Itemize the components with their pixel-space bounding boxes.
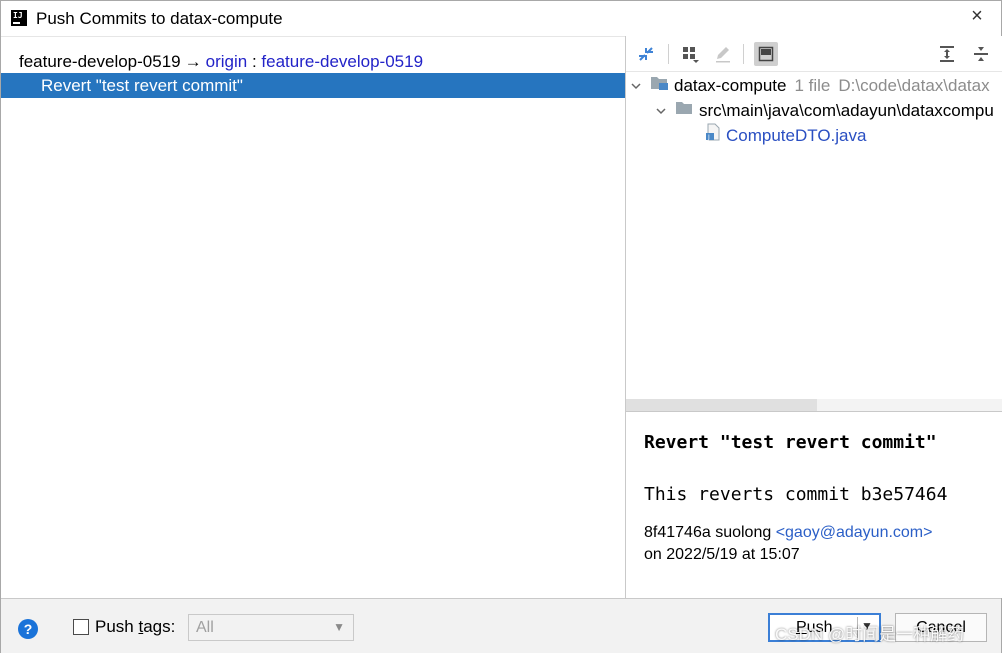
commit-details: Revert "test revert commit" This reverts… <box>644 430 1000 566</box>
push-arrow: → <box>184 52 202 71</box>
tree-node-file[interactable]: J ComputeDTO.java <box>704 123 866 148</box>
changes-panel: datax-compute 1 file D:\code\datax\datax… <box>626 36 1002 598</box>
commit-row[interactable]: Revert "test revert commit" <box>1 73 625 98</box>
commit-date: on 2022/5/19 at 15:07 <box>644 546 800 563</box>
changes-toolbar <box>626 36 1002 72</box>
help-button[interactable]: ? <box>18 619 38 639</box>
folder-path: src\main\java\com\adayun\dataxcompu <box>699 101 994 120</box>
commit-subject: Revert "test revert commit" <box>644 432 937 453</box>
title-bar: IJ Push Commits to datax-compute × <box>1 1 1001 36</box>
tree-node-folder[interactable]: src\main\java\com\adayun\dataxcompu <box>653 98 994 123</box>
author-email[interactable]: <gaoy@adayun.com> <box>776 524 933 541</box>
scrollbar-thumb[interactable] <box>626 399 817 411</box>
collapse-all-icon[interactable] <box>969 42 993 66</box>
folder-icon <box>675 98 695 123</box>
diff-arrows-icon[interactable] <box>634 42 658 66</box>
commit-body: This reverts commit b3e57464 <box>644 484 948 505</box>
cancel-button[interactable]: Cancel <box>895 613 987 642</box>
push-dialog: IJ Push Commits to datax-compute × featu… <box>0 0 1002 653</box>
chevron-down-icon[interactable] <box>628 78 644 94</box>
commit-hash: 8f41746a <box>644 524 711 541</box>
details-divider[interactable] <box>626 411 1002 412</box>
dialog-footer: ? Push tags: All ▼ Push ▼ Cancel <box>1 598 1001 653</box>
push-button-label: Push <box>796 619 833 636</box>
tags-select-value: All <box>196 619 214 636</box>
chevron-down-icon: ▼ <box>333 620 345 634</box>
file-name[interactable]: ComputeDTO.java <box>726 123 866 148</box>
tags-select[interactable]: All ▼ <box>188 614 354 641</box>
module-path: D:\code\datax\datax <box>838 76 990 95</box>
group-by-icon[interactable] <box>678 42 702 66</box>
java-file-icon: J <box>704 123 722 148</box>
remote-branch[interactable]: feature-develop-0519 <box>261 52 423 71</box>
commit-meta: 8f41746a suolong <gaoy@adayun.com> <box>644 522 1000 544</box>
close-button[interactable]: × <box>965 5 989 29</box>
local-branch: feature-develop-0519 <box>19 52 181 71</box>
push-tags-checkbox[interactable] <box>73 619 89 635</box>
edit-source-icon[interactable] <box>711 42 735 66</box>
remote-separator: : <box>251 52 257 71</box>
preview-diff-icon[interactable] <box>754 42 778 66</box>
intellij-logo-icon: IJ <box>11 10 27 26</box>
branch-row: feature-develop-0519 → origin : feature-de… <box>19 52 423 72</box>
changes-tree: datax-compute 1 file D:\code\datax\datax… <box>626 73 1002 403</box>
module-folder-icon <box>650 73 670 98</box>
module-name: datax-compute <box>674 76 787 95</box>
push-tags-label[interactable]: Push tags: <box>95 617 175 637</box>
dialog-title: Push Commits to datax-compute <box>36 9 283 28</box>
chevron-down-icon[interactable] <box>653 103 669 119</box>
tree-node-module[interactable]: datax-compute 1 file D:\code\datax\datax <box>628 73 990 98</box>
remote-name[interactable]: origin <box>206 52 248 71</box>
push-dropdown-arrow-icon[interactable]: ▼ <box>861 619 873 633</box>
commit-author: suolong <box>715 524 772 541</box>
file-count: 1 file <box>794 76 831 95</box>
push-button[interactable]: Push ▼ <box>768 613 881 642</box>
commits-panel: feature-develop-0519 → origin : feature-de… <box>1 36 625 598</box>
expand-all-icon[interactable] <box>935 42 959 66</box>
svg-text:J: J <box>707 134 710 141</box>
